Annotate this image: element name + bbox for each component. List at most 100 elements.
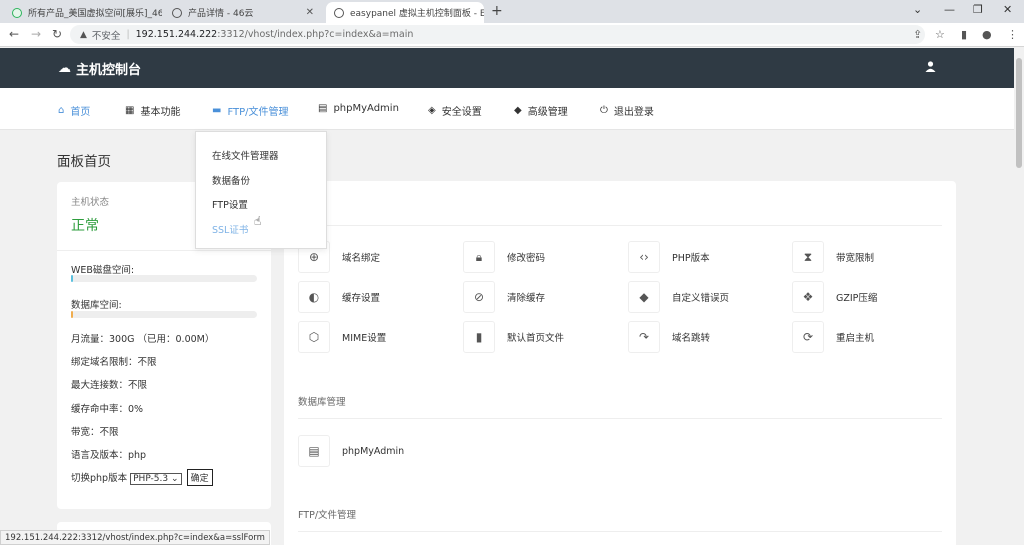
main-nav: ⌂ 首页 ▦ 基本功能 ▬ FTP/文件管理 ▤ phpMyAdmin ◈ 安全… [0,88,1014,130]
feature-gzip[interactable]: ❖ GZIP压缩 [792,281,877,313]
feature-label: PHP版本 [672,253,710,264]
lock-icon: 🔒︎ [463,241,495,273]
tab-title: easypanel 虚拟主机控制面板 - E [350,9,484,19]
feature-default-index[interactable]: ▮ 默认首页文件 [463,321,564,353]
browser-tab-3[interactable]: easypanel 虚拟主机控制面板 - E ✕ [326,2,484,23]
feature-phpmyadmin[interactable]: ▤ phpMyAdmin [298,435,404,467]
url-field[interactable]: ▲ 不安全 | 192.151.244.222 :3312/vhost/inde… [70,25,925,44]
sidebar-icon[interactable]: ▮ [961,28,967,41]
menu-item-ssl-cert[interactable]: SSL证书 [212,222,248,236]
refresh-icon: ⟳ [792,321,824,353]
forward-icon[interactable]: → [31,27,41,41]
feature-cache-settings[interactable]: ◐ 缓存设置 [298,281,381,313]
web-disk-label: WEB磁盘空间: [71,265,135,276]
nav-ftp[interactable]: ▬ FTP/文件管理 [212,103,289,118]
link-status-bar: 192.151.244.222:3312/vhost/index.php?c=i… [0,530,270,545]
nav-phpmyadmin[interactable]: ▤ phpMyAdmin [318,103,399,114]
page-title: 面板首页 [57,154,111,170]
page-scrollbar[interactable] [1014,48,1024,545]
divider [298,225,942,226]
code-icon: ‹› [628,241,660,273]
nav-basic[interactable]: ▦ 基本功能 [125,103,180,118]
feature-mime[interactable]: ⬡ MIME设置 [298,321,387,353]
feature-label: 域名绑定 [342,253,381,264]
nav-label: 安全设置 [441,107,482,118]
clear-cache-icon: ⊘ [463,281,495,313]
feature-change-password[interactable]: 🔒︎ 修改密码 [463,241,546,273]
restore-button[interactable]: ❐ [973,3,983,16]
back-icon[interactable]: ← [9,27,19,41]
cloud-favicon-icon [12,7,22,18]
divider [57,250,271,251]
new-tab-button[interactable]: + [491,3,503,19]
drop-icon: ◐ [298,281,330,313]
browser-tab-2[interactable]: 产品详情 - 46云 ✕ [164,2,322,23]
ftp-dropdown-menu: 在线文件管理器 数据备份 FTP设置 SSL证书 [195,131,327,249]
feature-label: 域名跳转 [672,333,711,344]
feature-label: 清除缓存 [507,293,546,304]
share-icon[interactable]: ⇪ [913,28,922,41]
scrollbar-thumb[interactable] [1016,58,1022,168]
nav-security[interactable]: ◈ 安全设置 [428,103,482,118]
section-title-database: 数据库管理 [298,397,346,408]
browser-tab-1[interactable]: 所有产品_美国虚拟空间[展乐]_46 ✕ [4,2,162,23]
minimize-button[interactable]: — [944,3,955,16]
folder-icon: ▬ [212,105,222,116]
menu-item-data-backup[interactable]: 数据备份 [212,173,250,187]
profile-icon[interactable]: ● [982,28,992,41]
menu-item-file-manager[interactable]: 在线文件管理器 [212,148,279,162]
web-disk-fill [71,275,73,282]
url-host: 192.151.244.222 [135,29,218,40]
feature-label: 缓存设置 [342,293,381,304]
feature-label: 带宽限制 [836,253,875,264]
feature-clear-cache[interactable]: ⊘ 清除缓存 [463,281,546,313]
redirect-icon: ↷ [628,321,660,353]
reload-icon[interactable]: ↻ [52,27,62,41]
layers-icon: ◆ [514,105,522,116]
nav-advanced[interactable]: ◆ 高级管理 [514,103,568,118]
menu-item-ftp-settings[interactable]: FTP设置 [212,197,248,211]
hourglass-icon: ⧗ [792,241,824,273]
feature-bandwidth-limit[interactable]: ⧗ 带宽限制 [792,241,875,273]
nav-label: 首页 [70,107,91,118]
insecure-label: 不安全 [91,30,121,42]
confirm-button[interactable]: 确定 [186,469,213,486]
feature-php-version[interactable]: ‹› PHP版本 [628,241,710,273]
globe-favicon-icon [334,7,344,18]
feature-label: 重启主机 [836,333,875,344]
file-icon: ▮ [463,321,495,353]
address-bar-row: ← → ↻ ▲ 不安全 | 192.151.244.222 :3312/vhos… [0,23,1024,47]
feature-label: MIME设置 [342,333,387,344]
star-icon[interactable]: ☆ [935,28,945,41]
database-icon: ▤ [298,435,330,467]
power-icon: ⏻ [600,105,608,116]
feature-custom-error-page[interactable]: ◆ 自定义错误页 [628,281,729,313]
app-header: ☁ 主机控制台 [0,48,1014,88]
divider [298,418,942,419]
nav-label: phpMyAdmin [333,103,399,114]
logo[interactable]: ☁ 主机控制台 [58,59,141,78]
db-progress [71,311,257,318]
language-text: 语言及版本：php [71,450,147,461]
close-icon[interactable]: ✕ [306,7,314,18]
database-icon: ▤ [318,103,328,114]
nav-logout[interactable]: ⏻ 退出登录 [600,103,654,118]
feature-label: 修改密码 [507,253,546,264]
home-icon: ⌂ [58,105,65,116]
hand-cursor-icon: ☝ [254,214,262,228]
globe-favicon-icon [172,7,182,18]
php-version-select[interactable]: PHP-5.3 ⌄ [130,473,182,485]
window-close-button[interactable]: ✕ [1003,3,1012,16]
chevron-down-icon[interactable]: ⌄ [913,3,922,16]
menu-icon[interactable]: ⋮ [1007,28,1018,41]
feature-domain-redirect[interactable]: ↷ 域名跳转 [628,321,711,353]
nav-home[interactable]: ⌂ 首页 [58,103,90,118]
nav-label: 高级管理 [527,107,568,118]
status-label: 主机状态 [71,197,110,208]
db-fill [71,311,73,318]
feature-restart-host[interactable]: ⟳ 重启主机 [792,321,875,353]
browser-tabbar: 所有产品_美国虚拟空间[展乐]_46 ✕ 产品详情 - 46云 ✕ easypa… [0,0,1024,23]
shield-icon: ◈ [428,105,436,116]
user-icon[interactable] [925,61,936,75]
separator: | [126,29,130,40]
